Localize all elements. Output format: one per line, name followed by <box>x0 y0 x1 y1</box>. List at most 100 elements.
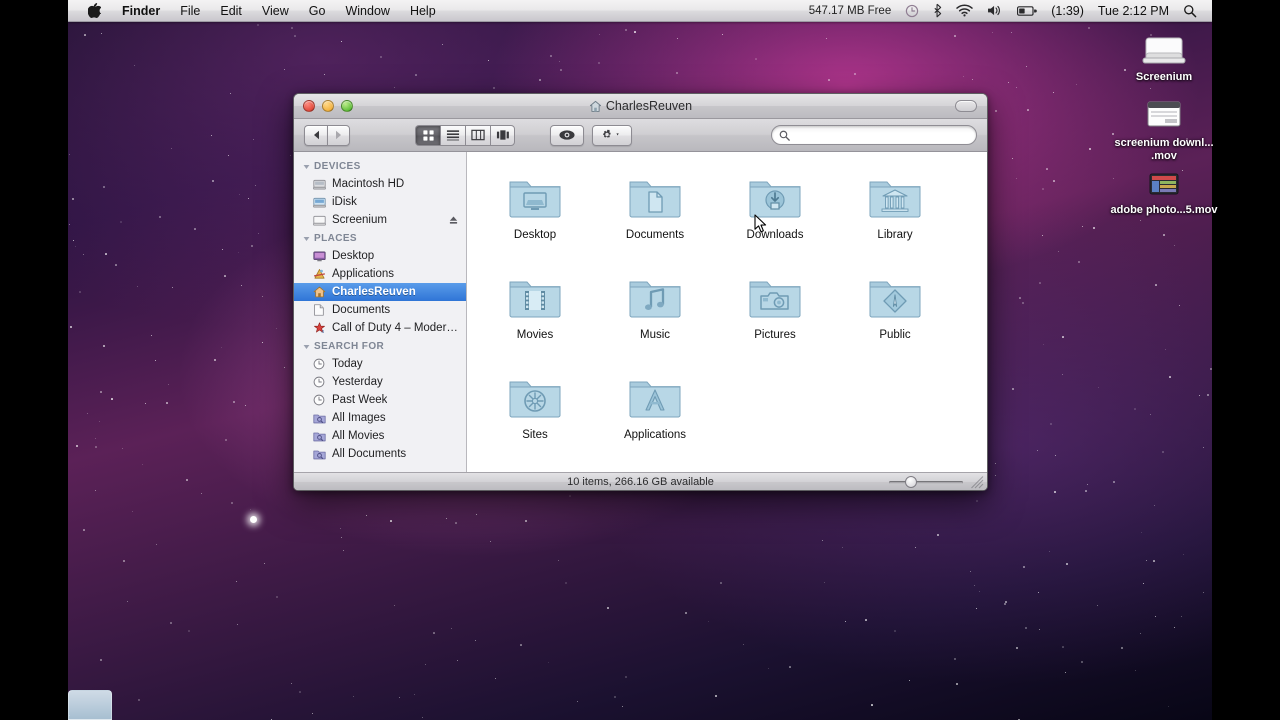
folder-item-music[interactable]: Music <box>595 266 715 366</box>
icon-size-slider[interactable] <box>889 476 963 488</box>
clock-icon <box>312 375 326 389</box>
sidebar-section-devices[interactable]: DEVICES <box>294 157 466 175</box>
icon-grid: Desktop Documents Downloads Library Movi… <box>467 166 987 466</box>
action-menu-button[interactable] <box>592 124 632 146</box>
sidebar-item-applications[interactable]: Applications <box>294 265 466 283</box>
quicktime-movie-icon <box>1110 157 1218 201</box>
clock-icon[interactable] <box>898 4 926 18</box>
menu-item-view[interactable]: View <box>252 0 299 22</box>
sidebar-section-places[interactable]: PLACES <box>294 229 466 247</box>
sidebar-item-screenium[interactable]: Screenium <box>294 211 466 229</box>
smart-folder-icon <box>312 411 326 425</box>
finder-sidebar[interactable]: DEVICES Macintosh HD iDisk Screenium PLA… <box>294 152 467 472</box>
disk-icon <box>1110 24 1218 68</box>
idisk-icon <box>312 195 326 209</box>
menu-item-edit[interactable]: Edit <box>210 0 252 22</box>
sidebar-item-all-images[interactable]: All Images <box>294 409 466 427</box>
folder-item-public[interactable]: Public <box>835 266 955 366</box>
forward-button[interactable] <box>327 124 350 146</box>
search-icon <box>779 130 790 141</box>
menu-item-go[interactable]: Go <box>299 0 336 22</box>
sidebar-item-call-of-duty[interactable]: 4 Call of Duty 4 – Modern ... <box>294 319 466 337</box>
sidebar-section-search-for[interactable]: SEARCH FOR <box>294 337 466 355</box>
folder-item-applications[interactable]: Applications <box>595 366 715 466</box>
battery-time-remaining: (1:39) <box>1051 3 1084 18</box>
page-title: CharlesReuven <box>605 99 693 113</box>
folder-item-downloads[interactable]: Downloads <box>715 166 835 266</box>
menu-item-help[interactable]: Help <box>400 0 446 22</box>
applications-icon <box>312 267 326 281</box>
sidebar-item-desktop[interactable]: Desktop <box>294 247 466 265</box>
sidebar-item-all-documents[interactable]: All Documents <box>294 445 466 463</box>
quick-look-button[interactable] <box>550 124 584 146</box>
desktop-icon-screenium[interactable]: Screenium <box>1110 24 1218 84</box>
icon-view-button[interactable] <box>415 124 440 146</box>
dock-item-peek[interactable] <box>68 690 112 720</box>
sidebar-item-label: All Images <box>332 412 386 424</box>
sidebar-item-label: All Movies <box>332 430 385 442</box>
hide-toolbar-button[interactable] <box>955 100 977 112</box>
menu-item-file[interactable]: File <box>170 0 210 22</box>
sidebar-item-label: CharlesReuven <box>332 286 416 298</box>
folder-item-documents[interactable]: Documents <box>595 166 715 266</box>
finder-content-area[interactable]: Desktop Documents Downloads Library Movi… <box>467 152 987 472</box>
folder-item-label: Library <box>877 229 913 241</box>
search-input[interactable] <box>795 129 969 141</box>
sidebar-item-documents[interactable]: Documents <box>294 301 466 319</box>
folder-item-label: Applications <box>623 429 686 441</box>
sidebar-item-label: Today <box>332 358 363 370</box>
folder-item-sites[interactable]: Sites <box>475 366 595 466</box>
sidebar-item-charlesreuven[interactable]: CharlesReuven <box>294 283 466 301</box>
apple-logo-icon[interactable] <box>77 3 112 18</box>
desktop-icon-adobe-mov[interactable]: adobe photo...5.mov <box>1110 157 1218 217</box>
folder-item-library[interactable]: Library <box>835 166 955 266</box>
battery-icon[interactable] <box>1010 5 1044 17</box>
coverflow-view-button[interactable] <box>490 124 515 146</box>
chevron-down-icon <box>303 344 310 350</box>
eject-icon[interactable] <box>448 215 459 226</box>
bluetooth-icon[interactable] <box>926 3 949 18</box>
folder-item-movies[interactable]: Movies <box>475 266 595 366</box>
search-field[interactable] <box>771 125 977 145</box>
list-view-button[interactable] <box>440 124 465 146</box>
resize-handle[interactable] <box>971 476 984 489</box>
menu-bar[interactable]: Finder File Edit View Go Window Help 547… <box>68 0 1212 22</box>
sidebar-item-macintosh-hd[interactable]: Macintosh HD <box>294 175 466 193</box>
folder-item-desktop[interactable]: Desktop <box>475 166 595 266</box>
sidebar-item-label: Screenium <box>332 214 387 226</box>
desktop-icon-screenium-mov[interactable]: screenium downl... .mov <box>1110 90 1218 163</box>
applications-folder-icon <box>626 372 684 422</box>
folder-item-pictures[interactable]: Pictures <box>715 266 835 366</box>
sidebar-item-label: Yesterday <box>332 376 383 388</box>
documents-folder-icon <box>626 172 684 222</box>
menu-bar-clock[interactable]: Tue 2:12 PM <box>1091 0 1176 22</box>
clock-icon <box>312 357 326 371</box>
finder-window[interactable]: CharlesReuven DEVICES Macintosh HD iDisk… <box>293 93 988 491</box>
sidebar-item-label: iDisk <box>332 196 357 208</box>
menu-item-window[interactable]: Window <box>335 0 399 22</box>
sidebar-item-past-week[interactable]: Past Week <box>294 391 466 409</box>
folder-item-label: Pictures <box>754 329 796 341</box>
sidebar-item-label: Past Week <box>332 394 388 406</box>
toolbar-action-buttons <box>550 124 632 146</box>
wifi-icon[interactable] <box>949 4 980 17</box>
back-button[interactable] <box>304 124 327 146</box>
chevron-down-icon <box>303 164 310 170</box>
sidebar-item-today[interactable]: Today <box>294 355 466 373</box>
speaker-icon[interactable] <box>980 4 1010 17</box>
column-view-button[interactable] <box>465 124 490 146</box>
sidebar-item-label: Call of Duty 4 – Modern ... <box>332 322 459 334</box>
window-titlebar[interactable]: CharlesReuven <box>294 94 987 119</box>
search-icon[interactable] <box>1176 4 1204 18</box>
sidebar-item-idisk[interactable]: iDisk <box>294 193 466 211</box>
music-folder-icon <box>626 272 684 322</box>
sidebar-item-yesterday[interactable]: Yesterday <box>294 373 466 391</box>
app-icon: 4 <box>312 321 326 335</box>
sites-folder-icon <box>506 372 564 422</box>
menu-item-finder[interactable]: Finder <box>112 0 170 22</box>
slider-knob[interactable] <box>905 476 917 488</box>
desktop-icon <box>312 249 326 263</box>
finder-toolbar[interactable] <box>294 119 987 152</box>
sidebar-item-all-movies[interactable]: All Movies <box>294 427 466 445</box>
bright-star <box>250 516 257 523</box>
